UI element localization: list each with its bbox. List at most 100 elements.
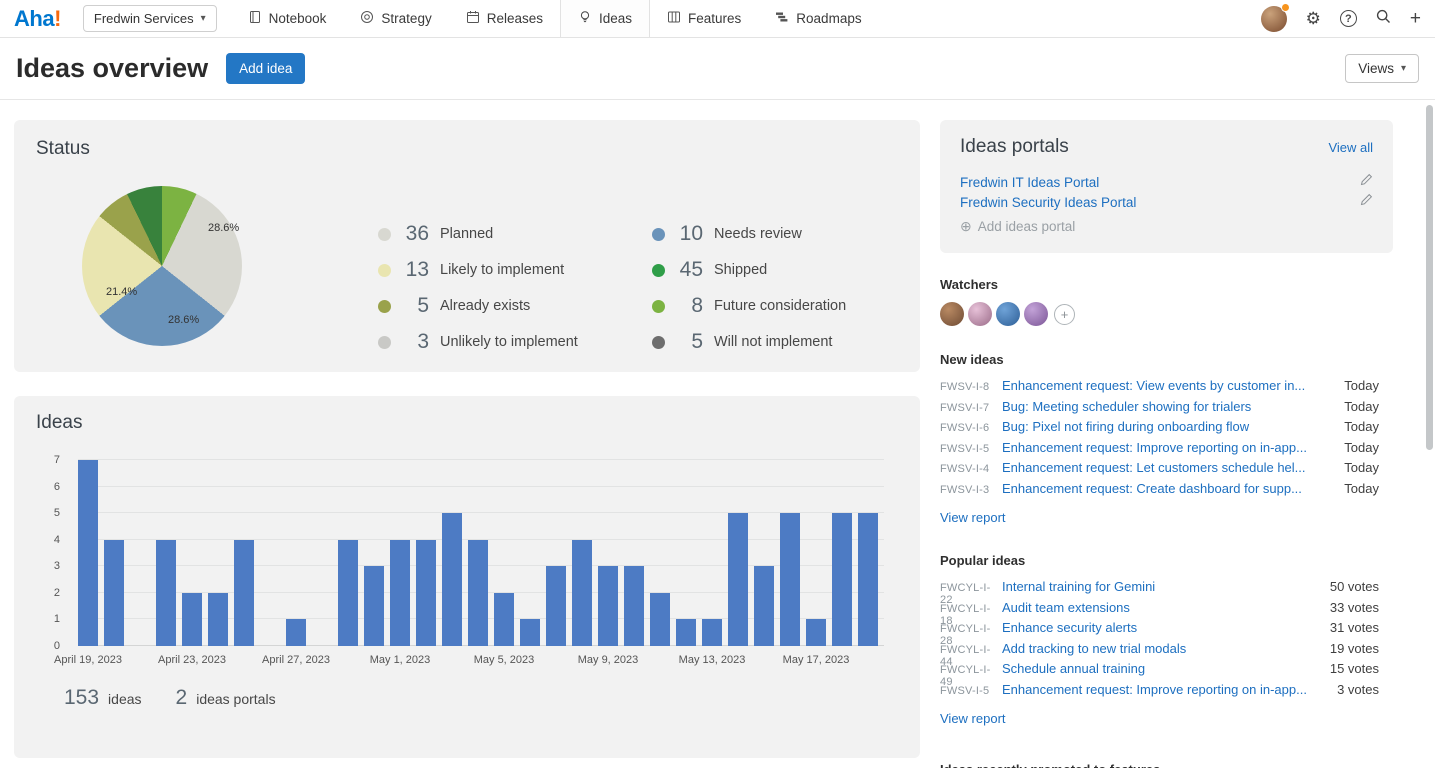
help-icon[interactable]: ?: [1340, 10, 1357, 27]
edit-pencil-icon[interactable]: [1360, 173, 1373, 191]
idea-votes: 19 votes: [1330, 641, 1393, 656]
idea-date: Today: [1344, 481, 1393, 496]
nav-item-ideas[interactable]: Ideas: [560, 0, 650, 37]
idea-link[interactable]: Enhancement request: Improve reporting o…: [1002, 440, 1332, 455]
bar[interactable]: [650, 593, 670, 646]
idea-votes: 31 votes: [1330, 620, 1393, 635]
nav-label: Ideas: [599, 11, 632, 26]
watcher-avatar[interactable]: [968, 302, 992, 326]
bar[interactable]: [494, 593, 514, 646]
releases-icon: [466, 10, 480, 27]
views-button[interactable]: Views ▾: [1345, 54, 1419, 83]
y-tick-label: 7: [54, 454, 60, 466]
legend-dot: [652, 264, 665, 277]
legend-count: 13: [399, 258, 429, 282]
idea-votes: 3 votes: [1337, 682, 1393, 697]
watcher-avatar[interactable]: [1024, 302, 1048, 326]
add-idea-button[interactable]: Add idea: [226, 53, 305, 84]
bar[interactable]: [780, 513, 800, 646]
gear-icon[interactable]: ⚙: [1306, 10, 1321, 27]
idea-link[interactable]: Enhancement request: View events by cust…: [1002, 378, 1332, 393]
bar[interactable]: [572, 540, 592, 646]
workspace-switcher[interactable]: Fredwin Services ▾: [83, 5, 217, 32]
view-all-link[interactable]: View all: [1328, 140, 1373, 155]
bar[interactable]: [546, 566, 566, 646]
bar[interactable]: [806, 619, 826, 646]
logo-bang: !: [54, 6, 61, 32]
legend-count: 10: [673, 222, 703, 246]
bar[interactable]: [624, 566, 644, 646]
nav-item-releases[interactable]: Releases: [449, 0, 560, 37]
bar[interactable]: [208, 593, 228, 646]
add-watcher-button[interactable]: +: [1054, 304, 1075, 325]
watcher-avatar[interactable]: [940, 302, 964, 326]
y-axis-labels: 01234567: [42, 460, 70, 646]
idea-id: FWSV-I-7: [940, 402, 1002, 414]
add-icon[interactable]: +: [1410, 9, 1421, 28]
idea-link[interactable]: Enhance security alerts: [1002, 620, 1318, 635]
idea-link[interactable]: Enhancement request: Improve reporting o…: [1002, 682, 1325, 697]
bar[interactable]: [468, 540, 488, 646]
y-tick-label: 3: [54, 560, 60, 572]
bar[interactable]: [754, 566, 774, 646]
portal-link[interactable]: Fredwin Security Ideas Portal: [960, 195, 1136, 210]
nav-item-notebook[interactable]: Notebook: [231, 0, 344, 37]
ideas-summary: 153 ideas 2 ideas portals: [64, 686, 276, 710]
sidebar: Ideas portals View all Fredwin IT Ideas …: [940, 120, 1393, 768]
bar[interactable]: [182, 593, 202, 646]
bar[interactable]: [286, 619, 306, 646]
idea-link[interactable]: Add tracking to new trial modals: [1002, 641, 1318, 656]
bar[interactable]: [234, 540, 254, 646]
search-icon[interactable]: [1376, 9, 1391, 29]
idea-link[interactable]: Bug: Meeting scheduler showing for trial…: [1002, 399, 1332, 414]
edit-pencil-icon[interactable]: [1360, 193, 1373, 211]
portals-count-label: ideas portals: [196, 691, 275, 707]
idea-link[interactable]: Bug: Pixel not firing during onboarding …: [1002, 419, 1332, 434]
aha-logo[interactable]: Aha!: [14, 0, 61, 37]
bar[interactable]: [676, 619, 696, 646]
bar[interactable]: [598, 566, 618, 646]
bar[interactable]: [416, 540, 436, 646]
legend-label: Unlikely to implement: [440, 334, 578, 350]
legend-count: 3: [399, 330, 429, 354]
bar[interactable]: [338, 540, 358, 646]
watcher-avatar[interactable]: [996, 302, 1020, 326]
vertical-scrollbar[interactable]: [1426, 105, 1433, 450]
x-tick-label: May 9, 2023: [578, 654, 639, 666]
notification-dot: [1281, 3, 1290, 12]
idea-link[interactable]: Enhancement request: Let customers sched…: [1002, 460, 1332, 475]
idea-link[interactable]: Enhancement request: Create dashboard fo…: [1002, 481, 1332, 496]
bar[interactable]: [442, 513, 462, 646]
nav-item-features[interactable]: Features: [650, 0, 758, 37]
views-label: Views: [1358, 61, 1394, 76]
bar[interactable]: [104, 540, 124, 646]
bar[interactable]: [390, 540, 410, 646]
bar[interactable]: [858, 513, 878, 646]
x-tick-label: May 1, 2023: [370, 654, 431, 666]
nav-item-roadmaps[interactable]: Roadmaps: [758, 0, 878, 37]
bar[interactable]: [728, 513, 748, 646]
x-tick-label: May 13, 2023: [679, 654, 746, 666]
bar[interactable]: [520, 619, 540, 646]
bar[interactable]: [832, 513, 852, 646]
portal-link[interactable]: Fredwin IT Ideas Portal: [960, 175, 1099, 190]
idea-link[interactable]: Schedule annual training: [1002, 661, 1318, 676]
x-tick-label: May 5, 2023: [474, 654, 535, 666]
popular-ideas-title: Popular ideas: [940, 553, 1393, 568]
view-report-link[interactable]: View report: [940, 510, 1006, 525]
add-ideas-portal-button[interactable]: ⊕ Add ideas portal: [960, 218, 1373, 235]
bar[interactable]: [702, 619, 722, 646]
legend-label: Already exists: [440, 298, 530, 314]
user-avatar[interactable]: [1261, 6, 1287, 32]
view-report-link[interactable]: View report: [940, 711, 1006, 726]
bar[interactable]: [156, 540, 176, 646]
idea-link[interactable]: Audit team extensions: [1002, 600, 1318, 615]
status-legend-right: 10 Needs review 45 Shipped 8 Future cons…: [652, 216, 846, 360]
status-pie-chart[interactable]: 28.6% 21.4% 28.6%: [82, 186, 242, 346]
nav-item-strategy[interactable]: Strategy: [343, 0, 448, 37]
idea-link[interactable]: Internal training for Gemini: [1002, 579, 1318, 594]
bar[interactable]: [364, 566, 384, 646]
bar[interactable]: [78, 460, 98, 646]
legend-count: 45: [673, 258, 703, 282]
legend-item: 3 Unlikely to implement: [378, 324, 578, 360]
